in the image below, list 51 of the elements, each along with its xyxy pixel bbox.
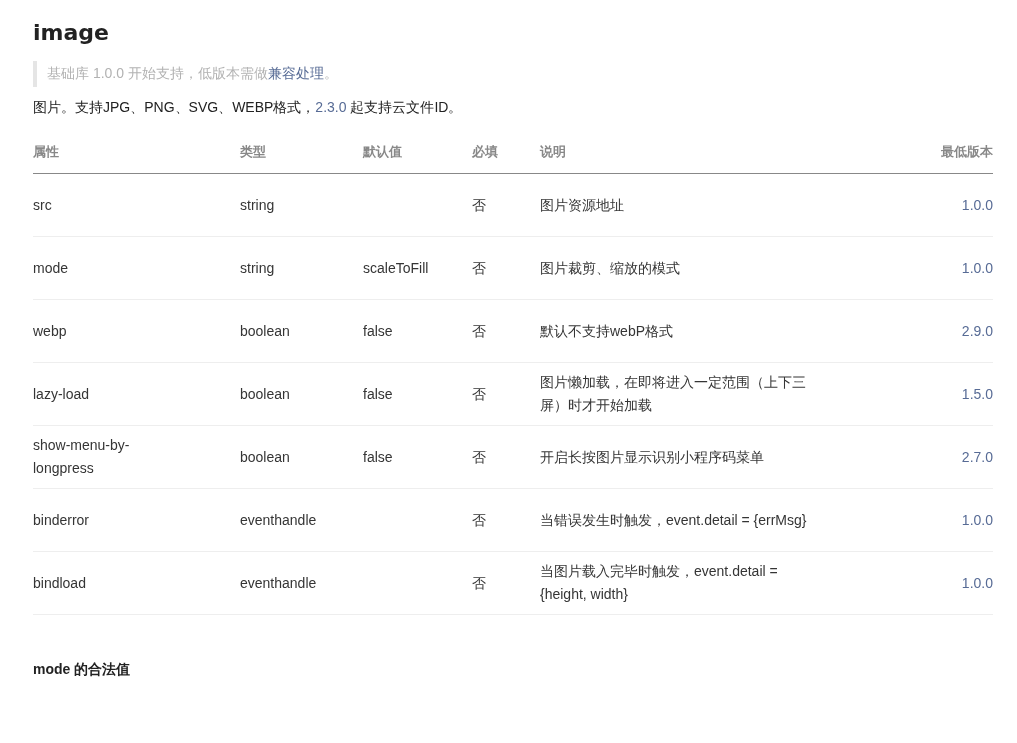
table-cell: eventhandle xyxy=(240,574,317,591)
table-cell: 当图片载入完毕时触发，event.detail = {height, width} xyxy=(540,563,778,602)
table-cell: 图片资源地址 xyxy=(540,196,624,213)
table-cell: 2.7.0 xyxy=(961,448,993,465)
table-cell: 当错误发生时触发，event.detail = {errMsg} xyxy=(540,511,807,528)
table-cell: 1.0.0 xyxy=(961,196,993,213)
table-cell: boolean xyxy=(240,322,290,339)
table-cell: 否 xyxy=(472,196,486,213)
table-cell: binderror xyxy=(33,511,90,528)
table-cell: 默认不支持webP格式 xyxy=(540,322,674,339)
table-cell: 1.5.0 xyxy=(961,385,993,402)
table-cell: boolean xyxy=(240,448,290,465)
column-header: 默认值 xyxy=(363,131,472,174)
table-cell: mode xyxy=(33,259,69,276)
table-cell: 否 xyxy=(472,448,486,465)
table-cell: bindload xyxy=(33,574,86,591)
table-cell: scaleToFill xyxy=(363,259,429,276)
table-cell: false xyxy=(363,448,393,465)
table-cell: 否 xyxy=(472,322,486,339)
table-cell: 1.0.0 xyxy=(961,511,993,528)
table-cell: false xyxy=(363,322,393,339)
table-cell: 1.0.0 xyxy=(961,259,993,276)
table-cell: string xyxy=(240,259,275,276)
table-cell: eventhandle xyxy=(240,511,317,528)
table-cell: 图片懒加载，在即将进入一定范围（上下三屏）时才开始加载 xyxy=(540,374,806,413)
table-cell: src xyxy=(33,196,52,213)
table-cell: 开启长按图片显示识别小程序码菜单 xyxy=(540,448,764,465)
table-cell: boolean xyxy=(240,385,290,402)
section-heading: mode 的合法值 xyxy=(33,661,132,679)
column-header: 说明 xyxy=(540,131,913,174)
table-cell: 图片裁剪、缩放的模式 xyxy=(540,259,680,276)
column-header: 类型 xyxy=(240,131,363,174)
column-header: 最低版本 xyxy=(913,131,993,174)
table-cell: 否 xyxy=(472,385,486,402)
table-cell: false xyxy=(363,385,393,402)
column-header: 必填 xyxy=(472,131,540,174)
table-cell: webp xyxy=(33,322,67,339)
table-cell: 否 xyxy=(472,259,486,276)
table-cell: 否 xyxy=(472,511,486,528)
table-cell: 否 xyxy=(472,574,486,591)
table-cell: show-menu-by-longpress xyxy=(33,437,130,476)
column-header: 属性 xyxy=(33,131,240,174)
table-cell: 2.9.0 xyxy=(961,322,993,339)
version-link[interactable]: 2.3.0 xyxy=(315,99,347,115)
table-cell: string xyxy=(240,196,275,213)
note-quote: 基础库 1.0.0 开始支持，低版本需做兼容处理。 xyxy=(33,61,993,87)
table-cell: lazy-load xyxy=(33,385,90,402)
intro-text: 图片。支持JPG、PNG、SVG、WEBP格式，2.3.0 起支持云文件ID。 xyxy=(33,99,464,117)
page-title: image xyxy=(33,20,110,45)
compat-link[interactable]: 兼容处理 xyxy=(267,65,324,81)
table-cell: 1.0.0 xyxy=(961,574,993,591)
